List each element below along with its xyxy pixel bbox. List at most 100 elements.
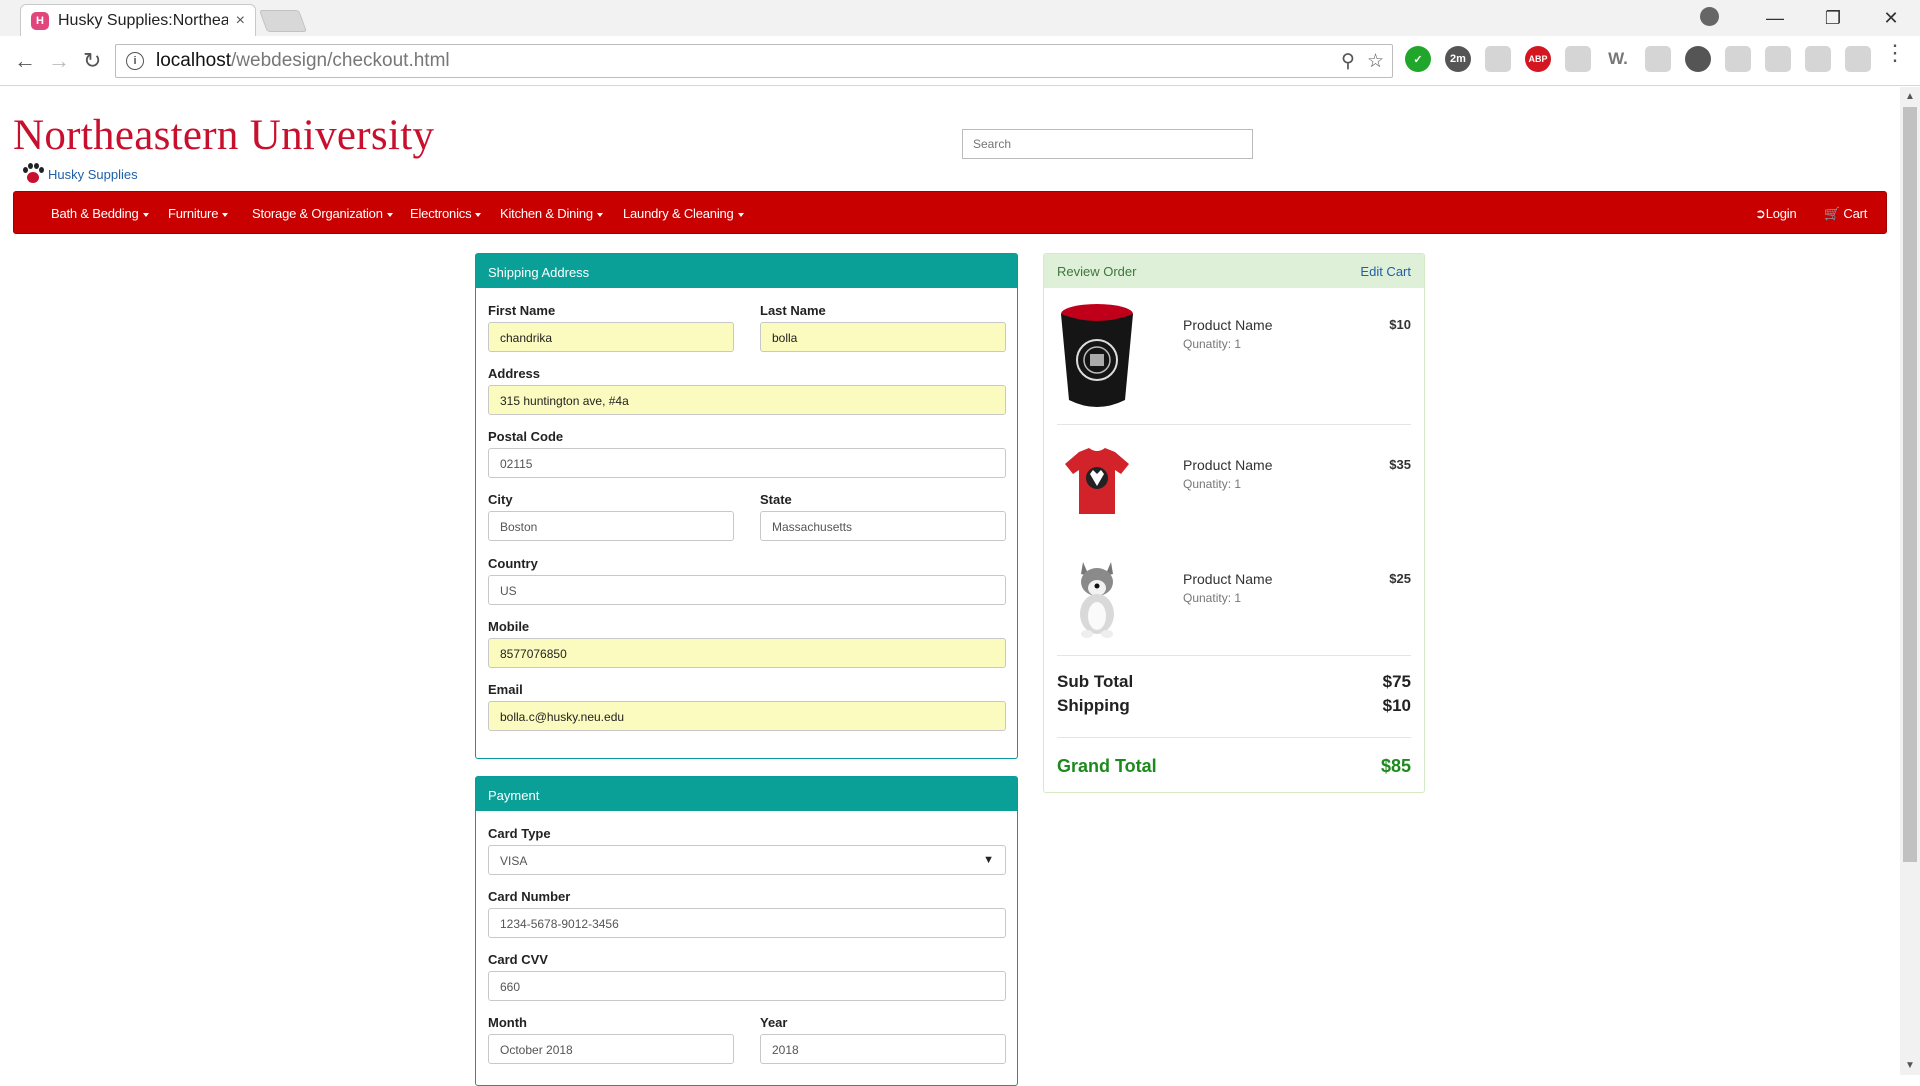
divider — [1057, 737, 1411, 738]
reload-icon[interactable]: ↻ — [83, 48, 101, 74]
item-price: $25 — [1389, 571, 1411, 586]
payment-panel: Payment Card Type VISA ▼ Card Number 123… — [475, 776, 1018, 1086]
shipping-heading: Shipping Address — [476, 254, 1017, 288]
edit-cart-link[interactable]: Edit Cart — [1360, 264, 1411, 279]
year-field[interactable]: 2018 — [760, 1034, 1006, 1064]
mobile-field[interactable]: 8577076850 — [488, 638, 1006, 668]
mug-image — [1061, 304, 1133, 407]
payment-heading: Payment — [476, 777, 1017, 811]
review-order-panel: Review Order Edit Cart Product Name Quna… — [1043, 253, 1425, 793]
shipping-cost-label: Shipping — [1057, 696, 1130, 715]
card-type-select[interactable]: VISA ▼ — [488, 845, 1006, 875]
extension-w-icon[interactable]: W. — [1605, 46, 1631, 72]
review-order-title: Review Order — [1057, 263, 1137, 279]
bookmark-star-icon[interactable]: ☆ — [1367, 50, 1384, 73]
city-label: City — [488, 492, 513, 507]
address-bar[interactable]: i localhost/webdesign/checkout.html ⚲ ☆ — [115, 44, 1393, 78]
item-name: Product Name — [1183, 317, 1273, 333]
husky-supplies-link[interactable]: Husky Supplies — [22, 163, 138, 185]
zoom-icon[interactable]: ⚲ — [1341, 50, 1355, 73]
main-navbar: Bath & Bedding Furniture Storage & Organ… — [13, 191, 1887, 234]
item-quantity: Qunatity: 1 — [1183, 477, 1242, 491]
login-link[interactable]: ➲Login — [1755, 206, 1797, 222]
cart-icon: 🛒 — [1824, 206, 1840, 221]
nav-electronics[interactable]: Electronics — [410, 206, 482, 221]
extension-h-icon[interactable] — [1725, 46, 1751, 72]
browser-menu-icon[interactable]: ⋮ — [1884, 42, 1906, 64]
window-controls: — ❐ ✕ — [1746, 0, 1920, 36]
info-icon[interactable]: i — [126, 52, 144, 70]
item-quantity: Qunatity: 1 — [1183, 591, 1242, 605]
last-name-field[interactable]: bolla — [760, 322, 1006, 352]
order-item: Product Name Qunatity: 1 $25 — [1057, 556, 1411, 656]
shipping-cost-value: $10 — [1382, 696, 1411, 715]
url-path: /webdesign/checkout.html — [231, 50, 450, 71]
postal-code-label: Postal Code — [488, 429, 564, 444]
mobile-label: Mobile — [488, 619, 530, 634]
state-field[interactable]: Massachusetts — [760, 511, 1006, 541]
close-window-icon[interactable]: ✕ — [1862, 8, 1920, 29]
item-price: $10 — [1389, 317, 1411, 332]
nav-laundry-cleaning[interactable]: Laundry & Cleaning — [623, 206, 744, 221]
month-label: Month — [488, 1015, 527, 1030]
postal-code-field[interactable]: 02115 — [488, 448, 1006, 478]
month-field[interactable]: October 2018 — [488, 1034, 734, 1064]
minimize-icon[interactable]: — — [1746, 8, 1804, 29]
subtotal-value: $75 — [1382, 672, 1411, 691]
scroll-up-icon[interactable]: ▲ — [1905, 91, 1915, 102]
extension-check-icon[interactable]: ✓ — [1405, 46, 1431, 72]
first-name-field[interactable]: chandrika — [488, 322, 734, 352]
item-name: Product Name — [1183, 571, 1273, 587]
state-label: State — [760, 492, 792, 507]
country-label: Country — [488, 556, 538, 571]
tab-close-icon[interactable]: × — [236, 12, 245, 30]
restore-icon[interactable]: ❐ — [1804, 8, 1862, 29]
address-field[interactable]: 315 huntington ave, #4a — [488, 385, 1006, 415]
nav-bath-bedding[interactable]: Bath & Bedding — [51, 206, 149, 221]
extension-screenshot-icon[interactable] — [1485, 46, 1511, 72]
card-type-value: VISA — [500, 854, 528, 868]
extension-globe-icon[interactable] — [1685, 46, 1711, 72]
browser-toolbar: ← → ↻ i localhost/webdesign/checkout.htm… — [0, 36, 1920, 86]
back-icon[interactable]: ← — [14, 48, 36, 74]
card-number-label: Card Number — [488, 889, 571, 904]
login-icon: ➲ — [1755, 206, 1766, 221]
extension-timer-icon[interactable]: 2m — [1445, 46, 1471, 72]
last-name-label: Last Name — [760, 303, 826, 318]
card-cvv-label: Card CVV — [488, 952, 548, 967]
extension-mail-icon[interactable] — [1645, 46, 1671, 72]
extension-gear-icon[interactable] — [1805, 46, 1831, 72]
new-tab-button[interactable] — [258, 10, 308, 32]
cart-link[interactable]: 🛒 Cart — [1824, 206, 1867, 222]
scroll-thumb[interactable] — [1903, 107, 1917, 862]
card-cvv-field[interactable]: 660 — [488, 971, 1006, 1001]
page-scrollbar[interactable]: ▲ ▼ — [1900, 87, 1920, 1075]
nav-storage-organization[interactable]: Storage & Organization — [252, 206, 393, 221]
scroll-down-icon[interactable]: ▼ — [1905, 1060, 1915, 1071]
husky-supplies-label: Husky Supplies — [48, 166, 138, 182]
tshirt-image — [1065, 448, 1129, 514]
profile-icon[interactable] — [1700, 7, 1719, 26]
forward-icon[interactable]: → — [48, 48, 70, 74]
extension-play-icon[interactable] — [1765, 46, 1791, 72]
country-field[interactable]: US — [488, 575, 1006, 605]
email-field[interactable]: bolla.c@husky.neu.edu — [488, 701, 1006, 731]
nav-furniture[interactable]: Furniture — [168, 206, 229, 221]
adblock-icon[interactable]: ABP — [1525, 46, 1551, 72]
brand-logo[interactable]: Northeastern University — [13, 111, 434, 160]
url-host: localhost — [156, 50, 231, 71]
browser-tab[interactable]: H Husky Supplies:Northeas × — [20, 4, 256, 36]
divider — [1057, 424, 1411, 425]
item-name: Product Name — [1183, 457, 1273, 473]
extensions-bar: ✓ 2m ABP W. — [1405, 46, 1871, 72]
extension-pdf-icon[interactable] — [1565, 46, 1591, 72]
nav-kitchen-dining[interactable]: Kitchen & Dining — [500, 206, 603, 221]
grand-total-label: Grand Total — [1057, 756, 1157, 776]
search-input[interactable] — [962, 129, 1253, 159]
email-label: Email — [488, 682, 523, 697]
city-field[interactable]: Boston — [488, 511, 734, 541]
order-item: Product Name Qunatity: 1 $35 — [1057, 442, 1411, 542]
extension-settings-icon[interactable] — [1845, 46, 1871, 72]
card-number-field[interactable]: 1234-5678-9012-3456 — [488, 908, 1006, 938]
browser-tabstrip: H Husky Supplies:Northeas × — ❐ ✕ — [0, 0, 1920, 36]
